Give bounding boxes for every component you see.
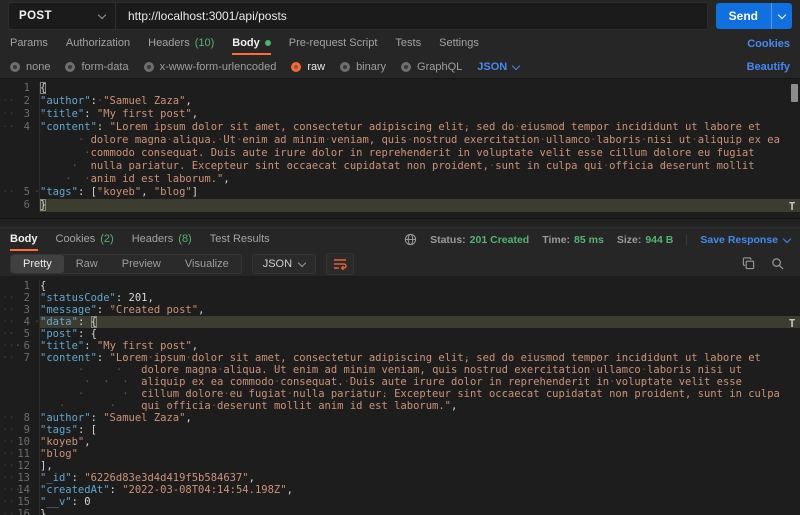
code-line: 7············"content": "Lorem ipsum dol… bbox=[0, 352, 800, 412]
response-tabs: Body Cookies (2) Headers (8) Test Result… bbox=[0, 228, 800, 251]
headers-count-badge: (10) bbox=[195, 37, 215, 49]
method-label: POST bbox=[19, 10, 52, 22]
tab-params[interactable]: Params bbox=[10, 32, 48, 55]
radio-icon bbox=[401, 62, 411, 72]
tab-headers[interactable]: Headers (10) bbox=[148, 32, 214, 55]
save-response-button[interactable]: Save Response bbox=[686, 234, 790, 246]
method-url-container: POST http://localhost:3001/api/posts bbox=[8, 2, 708, 30]
copy-icon[interactable] bbox=[742, 257, 755, 270]
cursor-annotation-marker: T bbox=[787, 317, 797, 330]
response-code-lines: 1{2····"statusCode": 201,3····"message":… bbox=[0, 280, 800, 515]
radio-graphql[interactable]: GraphQL bbox=[401, 61, 462, 73]
send-label: Send bbox=[729, 9, 758, 23]
code-line: 4····"content": "Lorem ipsum dolor sit a… bbox=[0, 121, 800, 186]
tab-response-headers[interactable]: Headers (8) bbox=[132, 228, 192, 251]
radio-icon bbox=[340, 62, 350, 72]
tab-response-body[interactable]: Body bbox=[10, 228, 38, 251]
response-tools bbox=[742, 257, 790, 270]
view-raw[interactable]: Raw bbox=[64, 255, 110, 273]
request-tabs: Params Authorization Headers (10) Body P… bbox=[0, 32, 800, 55]
status-badge: Status: 201 Created bbox=[430, 234, 529, 246]
tab-response-cookies[interactable]: Cookies (2) bbox=[56, 228, 114, 251]
cookies-count-badge: (2) bbox=[100, 233, 113, 245]
radio-raw[interactable]: raw bbox=[291, 61, 325, 73]
code-line: 11················"blog" bbox=[0, 448, 800, 460]
code-line: 16········} bbox=[0, 508, 800, 515]
code-line: 3····"title": "My first post", bbox=[0, 108, 800, 121]
code-line: 9············"tags": [ bbox=[0, 424, 800, 436]
tab-pre-request-script[interactable]: Pre-request Script bbox=[289, 32, 378, 55]
scrollbar-thumb[interactable] bbox=[791, 84, 798, 102]
url-text: http://localhost:3001/api/posts bbox=[128, 9, 287, 23]
request-code-lines: 1{2····"author": "Samuel Zaza",3····"tit… bbox=[0, 82, 800, 212]
radio-selected-icon bbox=[291, 62, 301, 72]
code-line: 5····"tags": ["koyeb", "blog"] bbox=[0, 186, 800, 199]
body-type-row: none form-data x-www-form-urlencoded raw… bbox=[0, 55, 800, 78]
tab-test-results[interactable]: Test Results bbox=[210, 228, 270, 251]
response-meta: Status: 201 Created Time: 85 ms Size: 94… bbox=[404, 228, 790, 251]
radio-x-www-form-urlencoded[interactable]: x-www-form-urlencoded bbox=[144, 61, 277, 73]
response-view-switcher: Pretty Raw Preview Visualize bbox=[10, 254, 242, 274]
code-line: 3····"message": "Created post", bbox=[0, 304, 800, 316]
line-number: 1 bbox=[0, 280, 39, 292]
radio-icon bbox=[65, 62, 75, 72]
response-language-select[interactable]: JSON bbox=[252, 254, 316, 274]
code-line: 10················"koyeb", bbox=[0, 436, 800, 448]
chevron-down-icon bbox=[98, 11, 106, 19]
url-input[interactable]: http://localhost:3001/api/posts bbox=[116, 3, 707, 29]
cursor-annotation-marker: T bbox=[787, 200, 797, 213]
tab-settings[interactable]: Settings bbox=[439, 32, 479, 55]
chevron-down-icon bbox=[298, 258, 306, 266]
tab-authorization[interactable]: Authorization bbox=[66, 32, 130, 55]
send-button-group: Send bbox=[716, 3, 792, 29]
tab-tests[interactable]: Tests bbox=[395, 32, 421, 55]
radio-form-data[interactable]: form-data bbox=[65, 61, 128, 73]
method-select[interactable]: POST bbox=[9, 3, 116, 29]
code-line: 12············], bbox=[0, 460, 800, 472]
radio-icon bbox=[144, 62, 154, 72]
code-line: 2····"author": "Samuel Zaza", bbox=[0, 95, 800, 108]
radio-icon bbox=[10, 62, 20, 72]
line-number: 1 bbox=[0, 82, 39, 95]
code-line: 4····"data": { bbox=[0, 316, 800, 328]
response-headers-count-badge: (8) bbox=[178, 233, 191, 245]
tab-body[interactable]: Body bbox=[232, 32, 271, 55]
beautify-link[interactable]: Beautify bbox=[747, 61, 790, 73]
chevron-down-icon bbox=[778, 11, 786, 19]
code-line: 5········"post": { bbox=[0, 328, 800, 340]
view-pretty[interactable]: Pretty bbox=[11, 255, 64, 273]
chevron-down-icon bbox=[783, 234, 791, 242]
network-globe-icon bbox=[404, 233, 417, 246]
request-url-bar: POST http://localhost:3001/api/posts Sen… bbox=[0, 0, 800, 32]
code-line: 8············"author": "Samuel Zaza", bbox=[0, 412, 800, 424]
view-visualize[interactable]: Visualize bbox=[173, 255, 241, 273]
wrap-text-icon bbox=[333, 258, 347, 270]
radio-none[interactable]: none bbox=[10, 61, 50, 73]
request-language-select[interactable]: JSON bbox=[477, 61, 519, 73]
body-content-dot-icon bbox=[265, 40, 271, 46]
code-line: 2····"statusCode": 201, bbox=[0, 292, 800, 304]
request-body-editor[interactable]: 1{2····"author": "Samuel Zaza",3····"tit… bbox=[0, 78, 800, 218]
code-line: 1{ bbox=[0, 82, 800, 95]
radio-binary[interactable]: binary bbox=[340, 61, 386, 73]
pane-divider[interactable] bbox=[0, 218, 800, 228]
search-icon[interactable] bbox=[771, 257, 784, 270]
view-preview[interactable]: Preview bbox=[110, 255, 173, 273]
chevron-down-icon bbox=[512, 61, 520, 69]
cookies-link[interactable]: Cookies bbox=[747, 32, 790, 55]
code-line: 6············"title": "My first post", bbox=[0, 340, 800, 352]
code-line: 14············"createdAt": "2022-03-08T0… bbox=[0, 484, 800, 496]
code-line: 1{ bbox=[0, 280, 800, 292]
code-line: 6} bbox=[0, 199, 800, 212]
time-badge: Time: 85 ms bbox=[542, 234, 604, 246]
size-badge: Size: 944 B bbox=[617, 234, 674, 246]
code-line: 13············"_id": "6226d83e3d4d419f5b… bbox=[0, 472, 800, 484]
send-options-button[interactable] bbox=[771, 3, 792, 29]
send-button[interactable]: Send bbox=[716, 3, 771, 29]
wrap-text-button[interactable] bbox=[326, 253, 354, 275]
response-toolbar: Pretty Raw Preview Visualize JSON bbox=[0, 251, 800, 276]
code-line: 15············"__v": 0 bbox=[0, 496, 800, 508]
line-number: 6 bbox=[0, 199, 39, 212]
response-body-editor[interactable]: 1{2····"statusCode": 201,3····"message":… bbox=[0, 276, 800, 515]
